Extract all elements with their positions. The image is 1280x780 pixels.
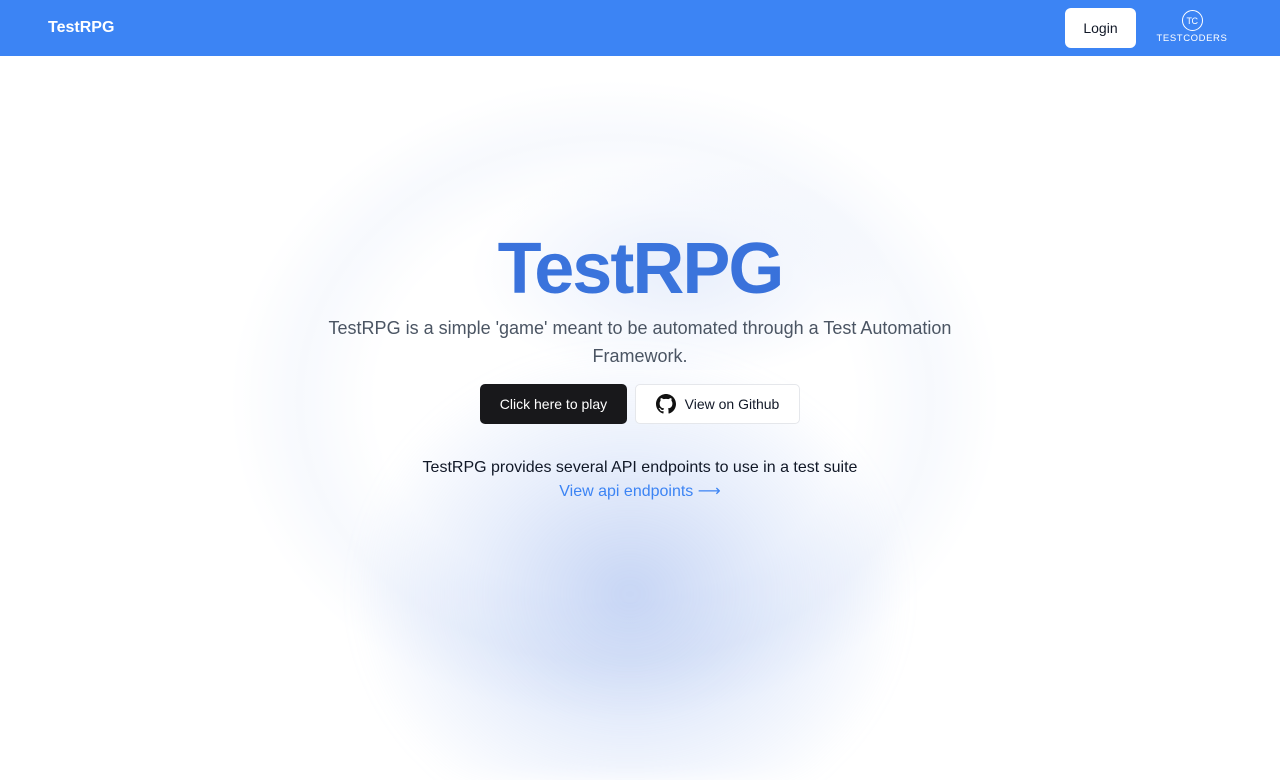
github-button-label: View on Github (684, 396, 780, 412)
github-icon (655, 394, 676, 414)
api-endpoints-link[interactable]: View api endpoints ⟶ (559, 483, 720, 500)
testcoders-monogram: TC (1181, 10, 1203, 31)
login-button[interactable]: Login (1065, 8, 1136, 48)
hero-description: TestRPG is a simple 'game' meant to be a… (328, 318, 952, 366)
testcoders-logo[interactable]: TC TESTCODERS (1150, 10, 1234, 46)
api-endpoints-link-label: View api endpoints (559, 483, 694, 500)
testcoders-wordmark: TESTCODERS (1156, 33, 1228, 44)
arrow-right-icon: ⟶ (697, 483, 721, 500)
api-description: TestRPG provides several API endpoints t… (422, 459, 858, 476)
github-button[interactable]: View on Github (635, 384, 800, 424)
brand-link[interactable]: TestRPG (48, 0, 114, 56)
hero-title: TestRPG (0, 226, 1280, 312)
top-navbar: TestRPG Login TC TESTCODERS (0, 0, 1280, 56)
play-button[interactable]: Click here to play (480, 384, 627, 424)
